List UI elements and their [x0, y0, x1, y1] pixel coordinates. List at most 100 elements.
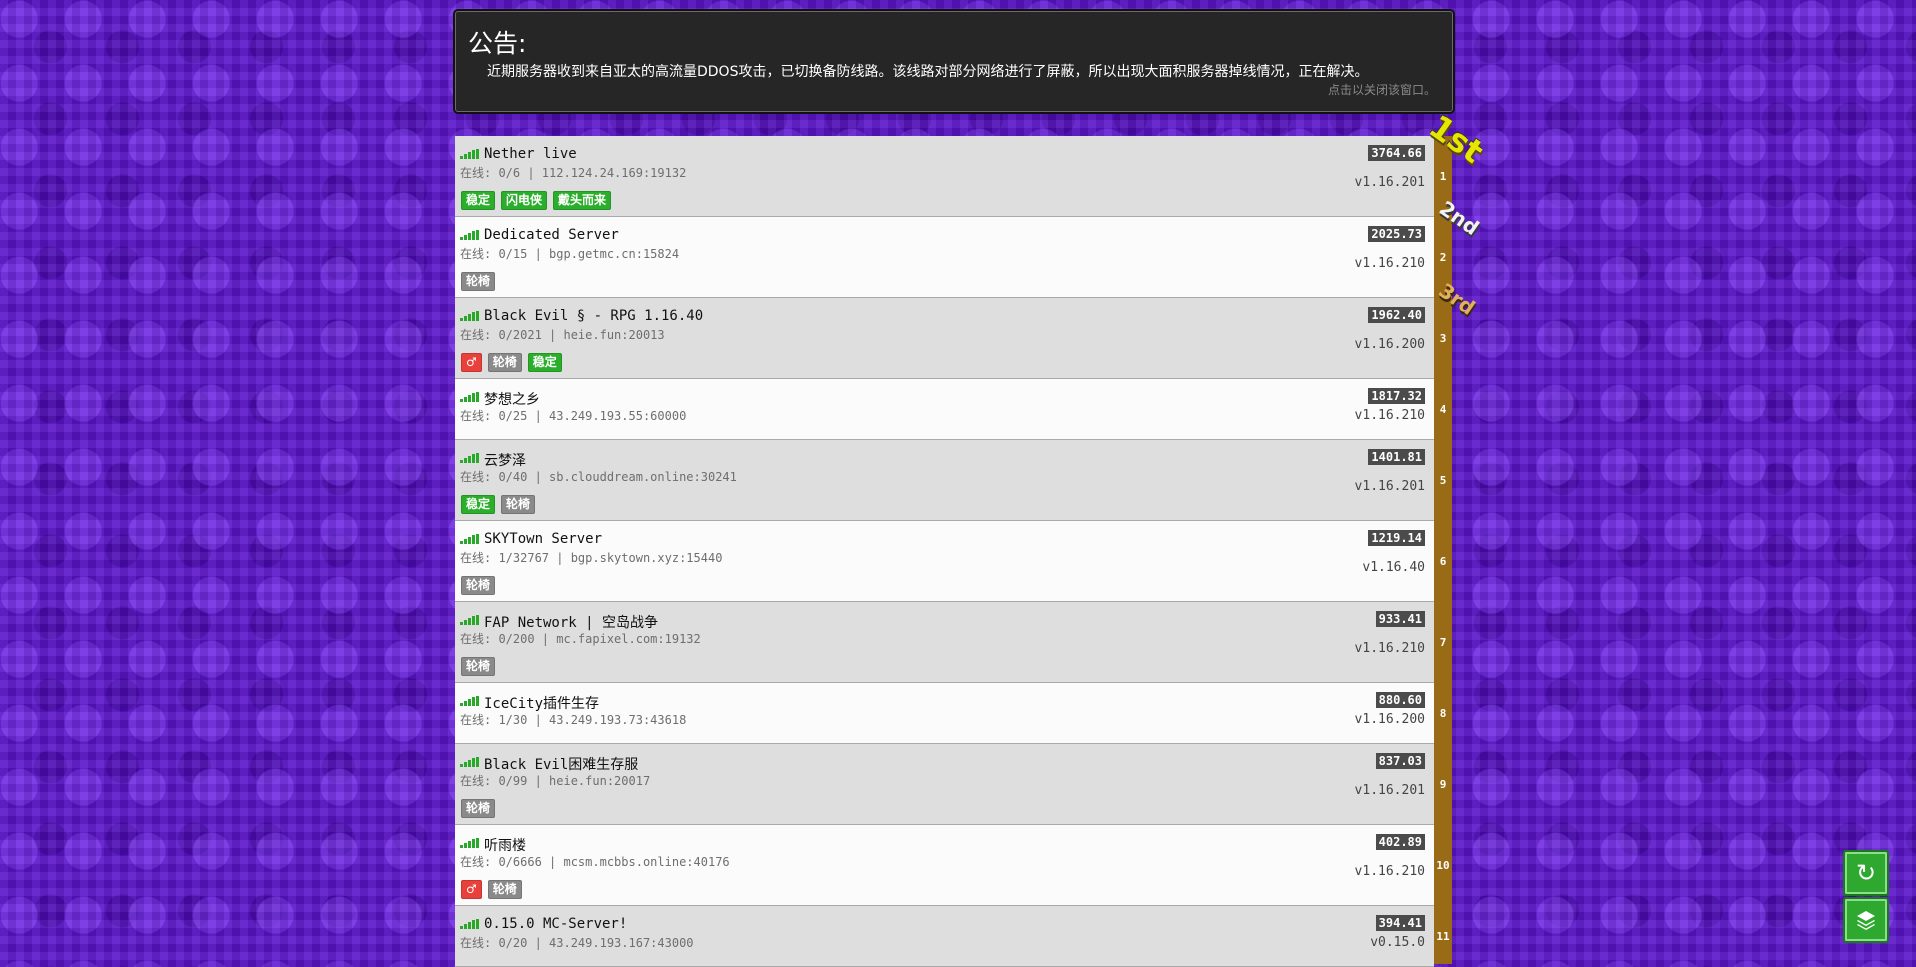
server-tags: 轮椅 [461, 799, 496, 818]
server-score-badge: 837.03 [1375, 753, 1425, 769]
server-row[interactable]: IceCity插件生存 在线: 1/30 | 43.249.193.73:4361… [455, 683, 1434, 744]
server-tags: 稳定 轮椅 [461, 495, 536, 514]
signal-icon [460, 392, 480, 402]
server-online-address: 在线: 0/20 | 43.249.193.167:43000 [460, 936, 694, 950]
server-tag: 闪电侠 [501, 191, 548, 210]
rank-number: 9 [1439, 777, 1447, 791]
server-online-address: 在线: 0/6666 | mcsm.mcbbs.online:40176 [460, 855, 730, 869]
server-name[interactable]: IceCity插件生存 [484, 693, 599, 713]
server-online-address: 在线: 0/15 | bgp.getmc.cn:15824 [460, 247, 680, 261]
server-name[interactable]: 0.15.0 MC-Server! [484, 916, 627, 932]
rank-number: 4 [1439, 402, 1447, 416]
server-list: Nether live 在线: 0/6 | 112.124.24.169:1913… [455, 136, 1434, 967]
server-score-badge: 394.41 [1375, 915, 1425, 931]
server-version: v0.15.0 [1370, 934, 1425, 950]
server-score-badge: 1401.81 [1368, 449, 1425, 465]
server-online-address: 在线: 0/2021 | heie.fun:20013 [460, 328, 665, 342]
server-tags: ♂ 轮椅 [461, 880, 522, 899]
server-tags: 轮椅 [461, 657, 496, 676]
server-name[interactable]: Black Evil § - RPG 1.16.40 [484, 308, 703, 324]
server-tag: 稳定 [461, 191, 496, 210]
server-tag: 轮椅 [461, 799, 496, 818]
rank-number: 5 [1439, 473, 1447, 487]
server-row[interactable]: SKYTown Server 在线: 1/32767 | bgp.skytown.… [455, 521, 1434, 602]
signal-icon [460, 757, 480, 767]
server-tag: 戴头而来 [553, 191, 612, 210]
server-tag: 轮椅 [501, 495, 536, 514]
close-announcement-link[interactable]: 点击以关闭该窗口。 [1328, 81, 1436, 98]
server-version: v1.16.210 [1354, 255, 1425, 271]
server-online-address: 在线: 0/99 | heie.fun:20017 [460, 774, 651, 788]
server-score-badge: 1219.14 [1368, 530, 1425, 546]
server-version: v1.16.40 [1362, 559, 1425, 575]
server-tag: 轮椅 [461, 272, 496, 291]
server-tags: ♂ 轮椅 稳定 [461, 353, 562, 372]
server-row[interactable]: 听雨楼 在线: 0/6666 | mcsm.mcbbs.online:40176 ♂… [455, 825, 1434, 906]
server-tag: 稳定 [461, 495, 496, 514]
server-version: v1.16.210 [1354, 640, 1425, 656]
server-tags: 轮椅 [461, 576, 496, 595]
server-online-address: 在线: 0/6 | 112.124.24.169:19132 [460, 166, 687, 180]
server-tag: 轮椅 [461, 657, 496, 676]
signal-icon [460, 838, 480, 848]
server-online-address: 在线: 1/32767 | bgp.skytown.xyz:15440 [460, 551, 723, 565]
server-row[interactable]: Dedicated Server 在线: 0/15 | bgp.getmc.cn:… [455, 217, 1434, 298]
signal-icon [460, 311, 480, 321]
announcement-panel[interactable]: 公告: 近期服务器收到来自亚太的高流量DDOS攻击，已切换备防线路。该线路对部分… [455, 11, 1453, 112]
server-version: v1.16.201 [1354, 782, 1425, 798]
rank-number: 2 [1439, 250, 1447, 264]
server-version: v1.16.210 [1354, 863, 1425, 879]
server-score-badge: 933.41 [1375, 611, 1425, 627]
server-score-badge: 880.60 [1375, 692, 1425, 708]
server-row[interactable]: FAP Network | 空岛战争 在线: 0/200 | mc.fapixel… [455, 602, 1434, 683]
server-score-badge: 2025.73 [1368, 226, 1425, 242]
server-row[interactable]: Nether live 在线: 0/6 | 112.124.24.169:1913… [455, 136, 1434, 217]
signal-icon [460, 453, 480, 463]
server-version: v1.16.201 [1354, 478, 1425, 494]
server-online-address: 在线: 1/30 | 43.249.193.73:43618 [460, 713, 687, 727]
server-name[interactable]: 梦想之乡 [484, 389, 540, 409]
server-version: v1.16.200 [1354, 711, 1425, 727]
server-name[interactable]: Black Evil困难生存服 [484, 754, 638, 774]
server-tag: 轮椅 [487, 353, 522, 372]
rank-number: 11 [1436, 929, 1450, 943]
server-tag: 稳定 [527, 353, 562, 372]
server-name[interactable]: Dedicated Server [484, 227, 619, 243]
rank-number: 7 [1439, 635, 1447, 649]
rank-bar: 1 2 3 4 5 6 7 8 9 10 11 [1434, 136, 1452, 964]
server-name[interactable]: FAP Network | 空岛战争 [484, 612, 658, 632]
server-row[interactable]: Black Evil困难生存服 在线: 0/99 | heie.fun:20017… [455, 744, 1434, 825]
signal-icon [460, 534, 480, 544]
server-online-address: 在线: 0/40 | sb.clouddream.online:30241 [460, 470, 737, 484]
server-online-address: 在线: 0/200 | mc.fapixel.com:19132 [460, 632, 701, 646]
server-name[interactable]: SKYTown Server [484, 531, 602, 547]
server-name[interactable]: 云梦泽 [484, 450, 526, 470]
server-score-badge: 3764.66 [1368, 145, 1425, 161]
rank-number: 1 [1439, 169, 1447, 183]
server-tags: 稳定 闪电侠 戴头而来 [461, 191, 612, 210]
server-row[interactable]: Black Evil § - RPG 1.16.40 在线: 0/2021 | h… [455, 298, 1434, 379]
server-row[interactable]: 云梦泽 在线: 0/40 | sb.clouddream.online:30241… [455, 440, 1434, 521]
server-tag: ♂ [461, 880, 482, 899]
server-row[interactable]: 梦想之乡 在线: 0/25 | 43.249.193.55:60000 1817.3… [455, 379, 1434, 440]
rank-number: 6 [1439, 554, 1447, 568]
signal-icon [460, 149, 480, 159]
server-version: v1.16.200 [1354, 336, 1425, 352]
announcement-title: 公告: [468, 29, 527, 58]
server-row[interactable]: 0.15.0 MC-Server! 在线: 0/20 | 43.249.193.1… [455, 906, 1434, 967]
server-name[interactable]: Nether live [484, 146, 577, 162]
announcement-text: 近期服务器收到来自亚太的高流量DDOS攻击，已切换备防线路。该线路对部分网络进行… [487, 64, 1369, 80]
refresh-button[interactable]: ↻ [1843, 850, 1889, 896]
server-name[interactable]: 听雨楼 [484, 835, 526, 855]
rank-number: 3 [1439, 331, 1447, 345]
server-tags: 轮椅 [461, 272, 496, 291]
server-online-address: 在线: 0/25 | 43.249.193.55:60000 [460, 409, 687, 423]
signal-icon [460, 696, 480, 706]
server-tag: ♂ [461, 353, 482, 372]
server-score-badge: 1817.32 [1368, 388, 1425, 404]
server-score-badge: 402.89 [1375, 834, 1425, 850]
rank-number: 8 [1439, 706, 1447, 720]
server-version: v1.16.210 [1354, 407, 1425, 423]
layers-button[interactable] [1843, 897, 1889, 943]
server-tag: 轮椅 [461, 576, 496, 595]
